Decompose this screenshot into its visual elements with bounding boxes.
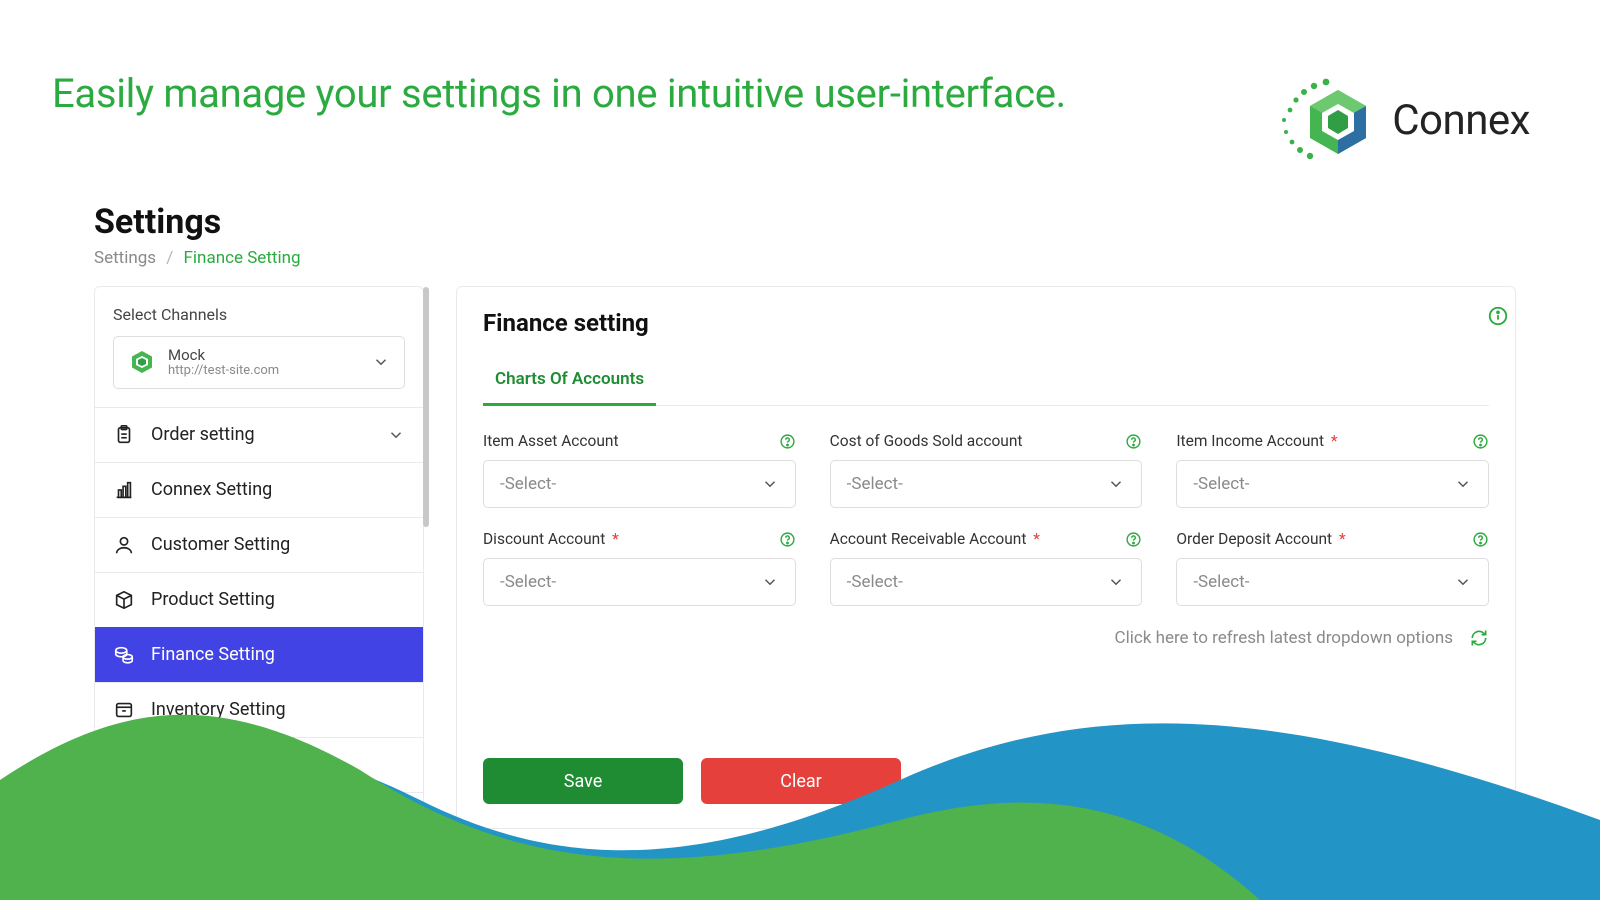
select-placeholder: -Select-	[1193, 474, 1249, 494]
chevron-down-icon	[1107, 573, 1125, 591]
channel-logo-icon	[128, 348, 156, 376]
sidebar-item-pending-order[interactable]: Pending Order	[95, 737, 423, 792]
marketing-tagline: Easily manage your settings in one intui…	[52, 70, 1066, 117]
bar-chart-icon	[113, 479, 135, 501]
help-icon[interactable]	[779, 433, 796, 450]
breadcrumb-current: Finance Setting	[184, 248, 301, 268]
sidebar-item-label: Tasks	[155, 809, 202, 830]
chevron-down-icon	[1454, 475, 1472, 493]
channel-name: Mock	[168, 347, 279, 364]
select-placeholder: -Select-	[847, 572, 903, 592]
select-discount-account[interactable]: -Select-	[483, 558, 796, 606]
calendar-clock-icon	[113, 754, 135, 776]
sidebar-scrollbar[interactable]	[423, 287, 429, 527]
person-icon	[113, 534, 135, 556]
help-icon[interactable]	[1125, 433, 1142, 450]
clear-button[interactable]: Clear	[701, 758, 901, 804]
select-cost-of-goods-sold-account[interactable]: -Select-	[830, 460, 1143, 508]
sidebar-item-label: Customer Setting	[151, 534, 290, 555]
select-placeholder: -Select-	[1193, 572, 1249, 592]
brand-logo-icon	[1268, 70, 1378, 170]
channels-label: Select Channels	[113, 305, 405, 324]
brand-name: Connex	[1392, 96, 1530, 145]
refresh-dropdowns-text[interactable]: Click here to refresh latest dropdown op…	[1115, 628, 1453, 648]
page-title: Settings	[94, 202, 1600, 242]
settings-nav: Order setting Connex Setting Customer Se…	[95, 407, 423, 846]
sidebar-item-order-setting[interactable]: Order setting	[95, 407, 423, 462]
info-icon[interactable]	[1487, 305, 1509, 327]
channel-select[interactable]: Mock http://test-site.com	[113, 336, 405, 389]
sidebar-item-label: Finance Setting	[151, 644, 275, 665]
chevron-down-icon	[372, 353, 390, 371]
refresh-icon[interactable]	[1469, 628, 1489, 648]
help-icon[interactable]	[1125, 531, 1142, 548]
sidebar-item-label: Product Setting	[151, 589, 275, 610]
sidebar-item-tasks[interactable]: Tasks	[95, 792, 423, 846]
help-icon[interactable]	[1472, 531, 1489, 548]
sidebar-item-label: Order setting	[151, 424, 255, 445]
settings-sidebar: Select Channels Mock http://test-site.co…	[94, 286, 424, 847]
help-icon[interactable]	[1472, 433, 1489, 450]
chevron-down-icon	[1454, 573, 1472, 591]
select-placeholder: -Select-	[847, 474, 903, 494]
clipboard-icon	[113, 424, 135, 446]
breadcrumb-root[interactable]: Settings	[94, 248, 156, 268]
archive-icon	[113, 699, 135, 721]
field-label-item-income-account: Item Income Account *	[1176, 432, 1337, 450]
sidebar-item-customer-setting[interactable]: Customer Setting	[95, 517, 423, 572]
box-icon	[113, 589, 135, 611]
sidebar-item-label: Connex Setting	[151, 479, 272, 500]
brand: Connex	[1268, 70, 1530, 170]
sidebar-item-label: Inventory Setting	[151, 699, 286, 720]
chevron-down-icon	[761, 573, 779, 591]
select-placeholder: -Select-	[500, 572, 556, 592]
field-label-order-deposit-account: Order Deposit Account *	[1176, 530, 1345, 548]
channel-url: http://test-site.com	[168, 364, 279, 378]
select-placeholder: -Select-	[500, 474, 556, 494]
sidebar-item-inventory-setting[interactable]: Inventory Setting	[95, 682, 423, 737]
help-icon[interactable]	[779, 531, 796, 548]
select-order-deposit-account[interactable]: -Select-	[1176, 558, 1489, 606]
chevron-down-icon	[387, 426, 405, 444]
sidebar-item-connex-setting[interactable]: Connex Setting	[95, 462, 423, 517]
select-account-receivable-account[interactable]: -Select-	[830, 558, 1143, 606]
field-label-discount-account: Discount Account *	[483, 530, 619, 548]
select-item-asset-account[interactable]: -Select-	[483, 460, 796, 508]
field-label-item-asset-account: Item Asset Account	[483, 432, 619, 450]
sidebar-item-finance-setting[interactable]: Finance Setting	[95, 627, 423, 682]
sidebar-item-product-setting[interactable]: Product Setting	[95, 572, 423, 627]
coins-icon	[113, 644, 135, 666]
save-button[interactable]: Save	[483, 758, 683, 804]
panel-title: Finance setting	[483, 309, 1489, 337]
chevron-down-icon	[761, 475, 779, 493]
finance-panel: Finance setting Charts Of Accounts Item …	[456, 286, 1516, 829]
tab-charts-of-accounts[interactable]: Charts Of Accounts	[483, 355, 656, 406]
sidebar-item-label: Pending Order	[151, 754, 265, 775]
field-label-cost-of-goods-sold-account: Cost of Goods Sold account	[830, 432, 1023, 450]
chevron-down-icon	[1107, 475, 1125, 493]
select-item-income-account[interactable]: -Select-	[1176, 460, 1489, 508]
field-label-account-receivable-account: Account Receivable Account *	[830, 530, 1040, 548]
breadcrumb: Settings / Finance Setting	[94, 248, 1600, 268]
